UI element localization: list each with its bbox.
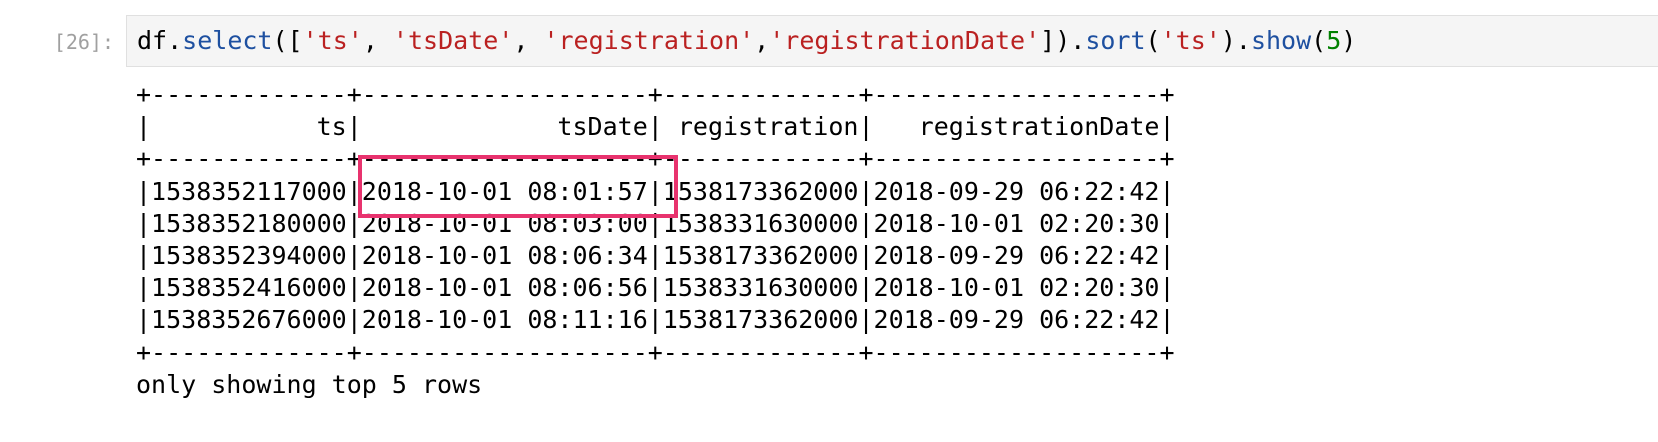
code-function: show xyxy=(1250,26,1312,55)
code-string: 'registration' xyxy=(543,26,755,55)
code-token: ). xyxy=(1220,26,1251,55)
code-token: ([ xyxy=(272,26,303,55)
code-string: 'registrationDate' xyxy=(769,26,1041,55)
table-border-top: +-------------+-------------------+-----… xyxy=(136,80,1175,109)
code-number: 5 xyxy=(1326,26,1342,55)
code-token: , xyxy=(513,26,544,55)
code-string: 'ts' xyxy=(1160,26,1221,55)
code-function: sort xyxy=(1085,26,1146,55)
code-function: select xyxy=(182,26,273,55)
table-header: | ts| tsDate| registration| registration… xyxy=(136,112,1175,142)
code-line: df.select(['ts', 'tsDate', 'registration… xyxy=(137,25,1356,57)
table-row: |1538352676000|2018-10-01 08:11:16|15381… xyxy=(136,305,1175,335)
code-token: ) xyxy=(1341,26,1357,55)
code-string: 'tsDate' xyxy=(392,26,514,55)
code-token: ( xyxy=(1311,26,1327,55)
cell-output: +-------------+-------------------+-----… xyxy=(136,79,1175,401)
cell-prompt: [26]: xyxy=(53,30,114,54)
highlight-box xyxy=(358,155,678,218)
notebook-page: [26]: df.select(['ts', 'tsDate', 'regist… xyxy=(0,0,1658,442)
code-token: df xyxy=(137,26,168,55)
code-string: 'ts' xyxy=(302,26,363,55)
code-input-cell[interactable]: df.select(['ts', 'tsDate', 'registration… xyxy=(126,15,1658,67)
table-row: |1538352394000|2018-10-01 08:06:34|15381… xyxy=(136,241,1175,271)
table-border-bottom: +-------------+-------------------+-----… xyxy=(136,337,1175,367)
code-token: , xyxy=(754,26,770,55)
output-footer: only showing top 5 rows xyxy=(136,369,483,399)
code-token: . xyxy=(167,26,183,55)
code-token: ( xyxy=(1145,26,1161,55)
code-token: ]). xyxy=(1040,26,1086,55)
table-row: |1538352416000|2018-10-01 08:06:56|15383… xyxy=(136,273,1175,303)
code-token: , xyxy=(362,26,393,55)
